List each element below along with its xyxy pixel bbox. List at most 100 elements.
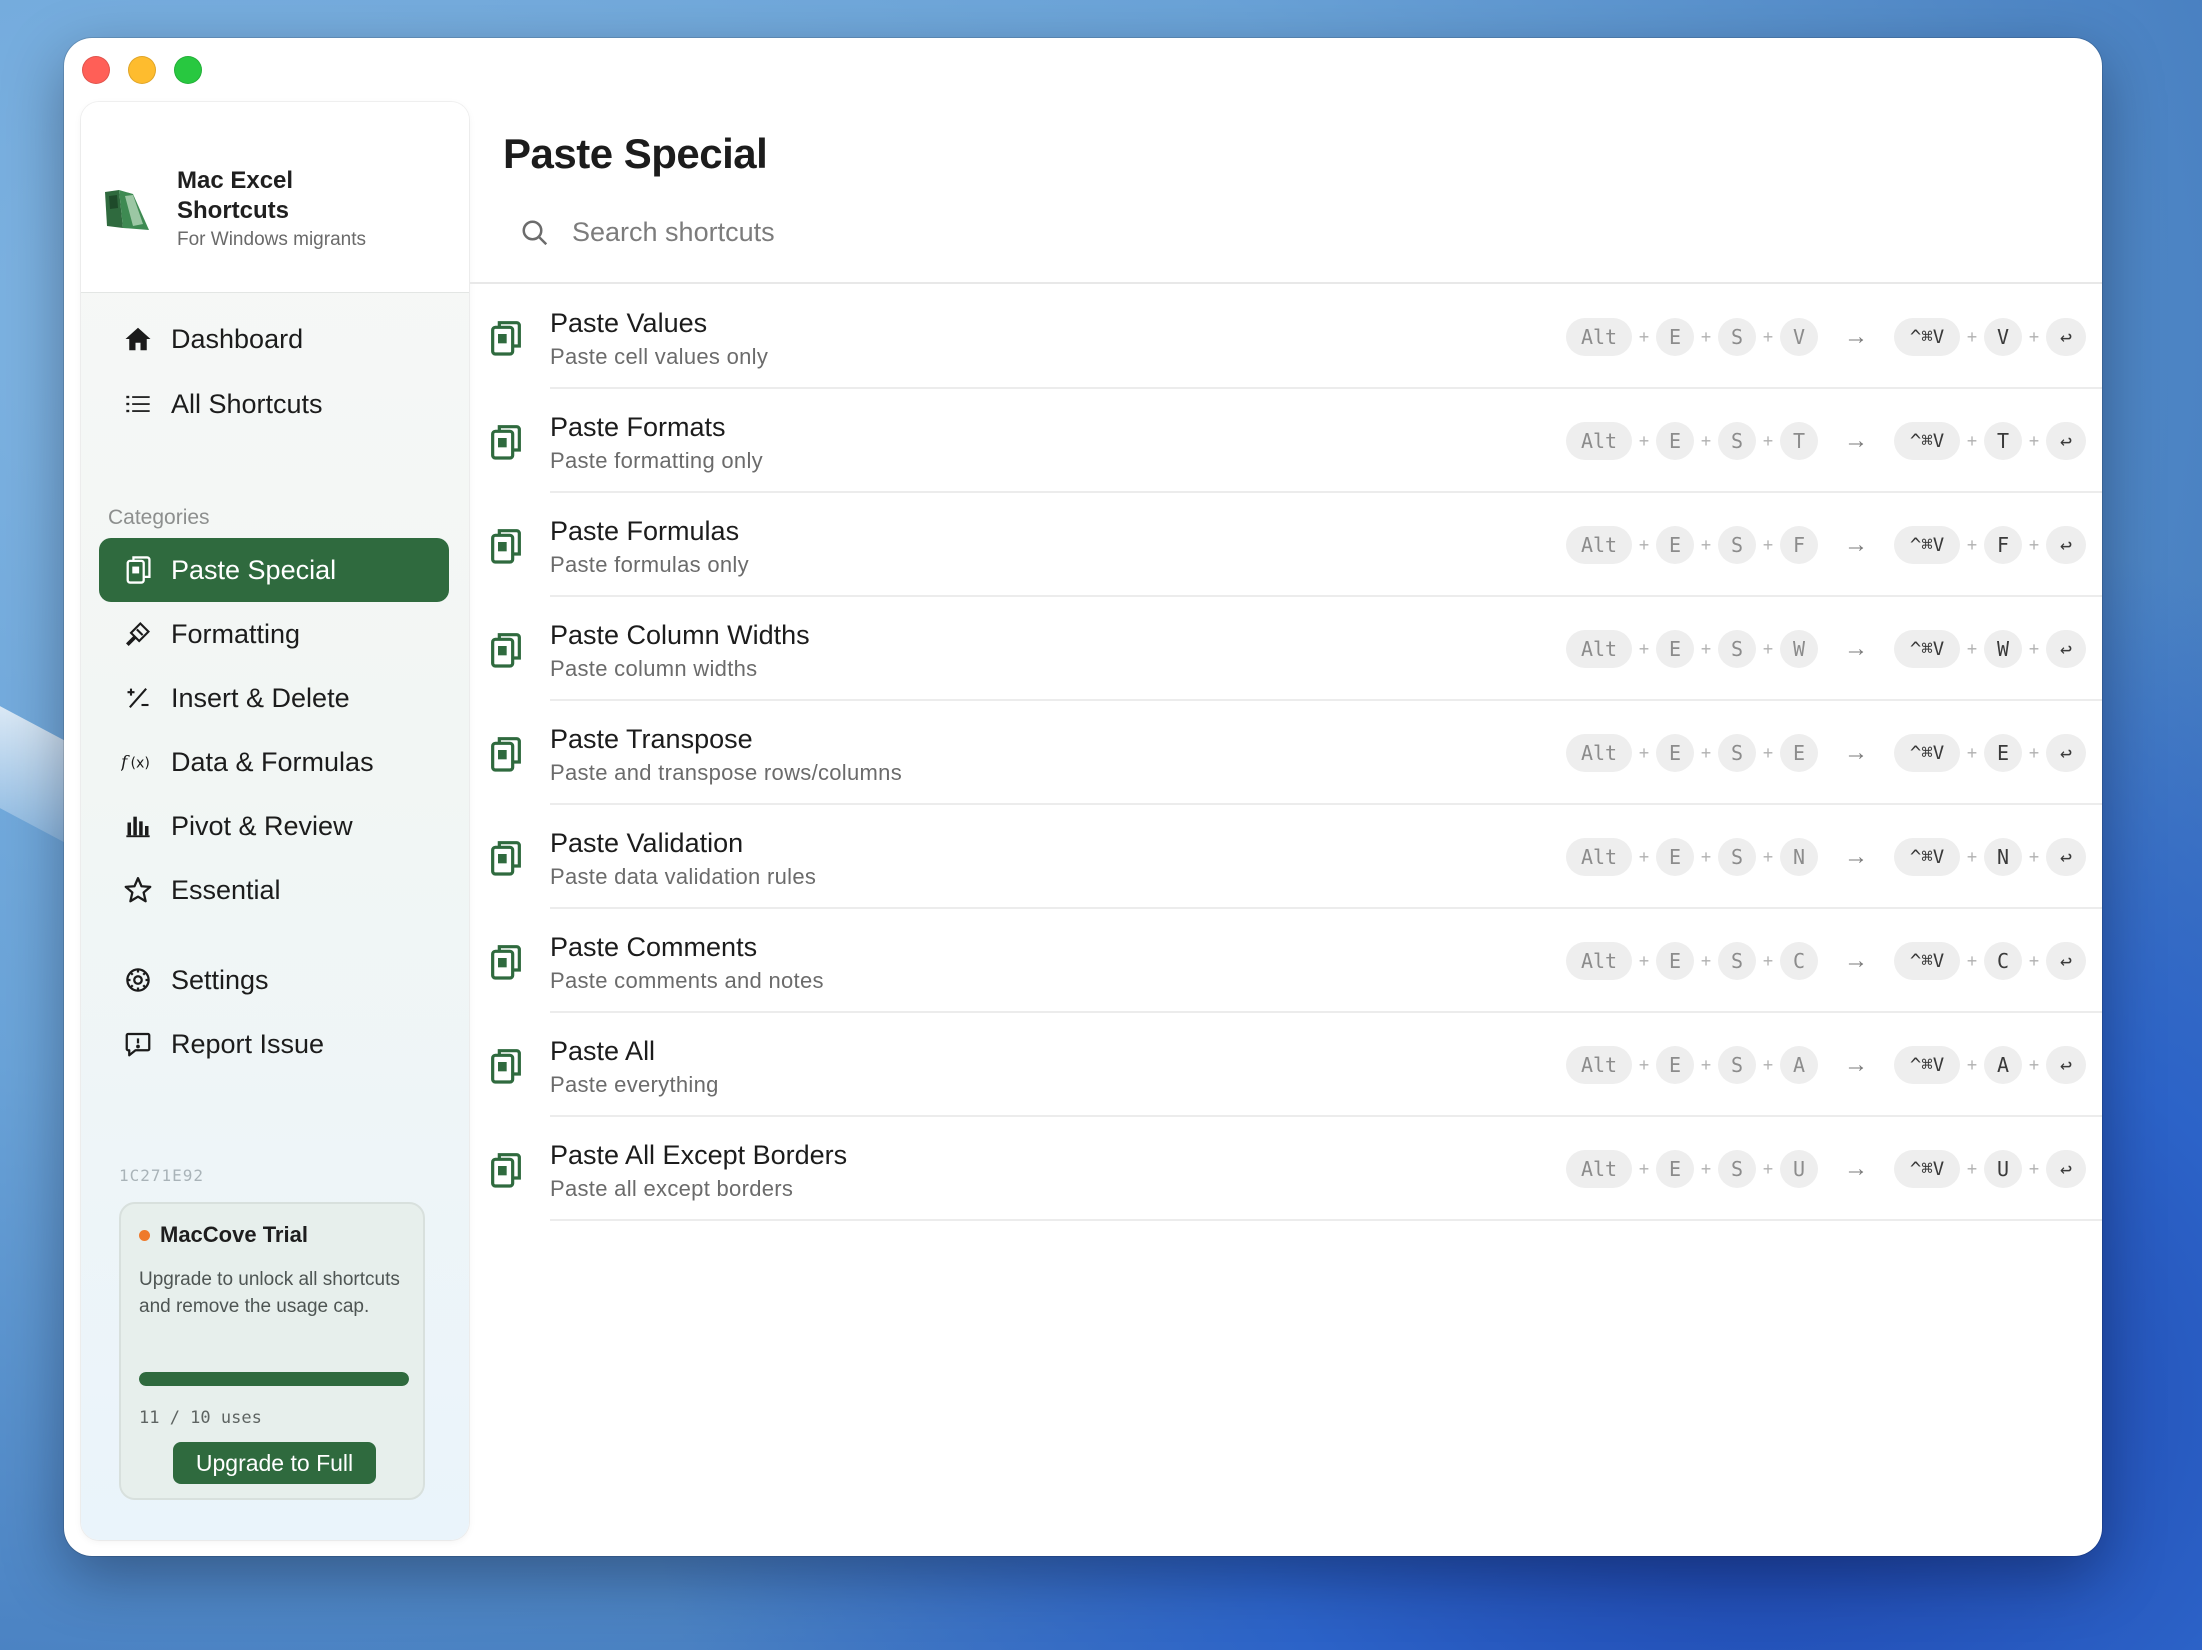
search-bar [520,216,1174,249]
sidebar-item-paste-special[interactable]: Paste Special [99,538,449,602]
close-window-button[interactable] [82,56,110,84]
arrow-right-icon: → [1844,947,1868,974]
app-window: Mac Excel Shortcuts For Windows migrants… [64,38,2102,1556]
sidebar-item-label: Paste Special [171,554,337,585]
windows-key: S [1718,526,1756,564]
plus-separator: + [1966,534,1978,555]
windows-key: Alt [1566,422,1632,460]
usage-count: 11 / 10 uses [139,1408,262,1428]
plus-separator: + [1762,742,1774,763]
trial-card: MacCove Trial Upgrade to unlock all shor… [119,1202,425,1500]
mac-key: ^⌘V [1894,942,1960,980]
minimize-window-button[interactable] [128,56,156,84]
windows-key: Alt [1566,1046,1632,1084]
mac-key: N [1984,838,2022,876]
trial-title-text: MacCove Trial [160,1222,308,1247]
shortcut-row[interactable]: Paste Formulas Paste formulas only Alt + E + S… [470,492,2102,597]
arrow-right-icon: → [1844,843,1868,870]
mac-key: V [1984,318,2022,356]
clipboard-icon [490,526,522,566]
sidebar-item-essential[interactable]: Essential [99,858,449,922]
clipboard-icon [490,734,522,774]
clipboard-icon [121,553,155,587]
shortcut-row[interactable]: Paste Formats Paste formatting only Alt + E +… [470,388,2102,493]
usage-progress-bar [139,1372,409,1386]
windows-key: S [1718,1150,1756,1188]
mac-key: ↩ [2046,838,2086,876]
key-sequence: Alt + E + S + E → ^⌘V + E + ↩ [1566,733,2086,773]
sidebar-item-settings[interactable]: Settings [99,948,449,1012]
windows-key: W [1780,630,1818,668]
shortcut-title: Paste All [550,1036,656,1066]
app-subtitle: For Windows migrants [177,229,366,250]
upgrade-button[interactable]: Upgrade to Full [173,1442,376,1484]
svg-text:f: f [121,753,130,773]
plus-separator: + [1700,326,1712,347]
sidebar-item-pivot-review[interactable]: Pivot & Review [99,794,449,858]
sidebar-item-label: Dashboard [171,323,304,354]
mac-key: ↩ [2046,422,2086,460]
mac-key: ↩ [2046,318,2086,356]
sidebar-item-label: Formatting [171,618,301,649]
trial-title: MacCove Trial [139,1222,308,1248]
sidebar-item-report-issue[interactable]: Report Issue [99,1012,449,1076]
windows-key: E [1656,838,1694,876]
shortcut-title: Paste Validation [550,828,744,858]
gear-icon [121,963,155,997]
shortcut-description: Paste formatting only [550,448,763,473]
sidebar-item-dashboard[interactable]: Dashboard [99,307,449,371]
key-sequence: Alt + E + S + W → ^⌘V + W + ↩ [1566,629,2086,669]
plus-separator: + [1700,950,1712,971]
shortcut-row[interactable]: Paste Transpose Paste and transpose rows/… [470,700,2102,805]
windows-key: E [1656,734,1694,772]
shortcut-description: Paste cell values only [550,344,769,369]
sidebar-item-data-formulas[interactable]: f (x) Data & Formulas [99,730,449,794]
mac-key: ^⌘V [1894,630,1960,668]
shortcut-row[interactable]: Paste All Except Borders Paste all except… [470,1116,2102,1221]
plus-separator: + [2028,430,2040,451]
windows-key: E [1656,422,1694,460]
plus-separator: + [2028,326,2040,347]
categories-heading: Categories [108,506,210,529]
plus-separator: + [1966,950,1978,971]
sidebar-item-insert-delete[interactable]: Insert & Delete [99,666,449,730]
shortcut-description: Paste and transpose rows/columns [550,760,902,785]
clipboard-icon [490,942,522,982]
shortcut-description: Paste formulas only [550,552,749,577]
plus-separator: + [1638,1158,1650,1179]
windows-key: S [1718,942,1756,980]
shortcut-row[interactable]: Paste Column Widths Paste column widths Al… [470,596,2102,701]
plus-separator: + [1762,430,1774,451]
sidebar-item-all-shortcuts[interactable]: All Shortcuts [99,372,449,436]
mac-key: U [1984,1150,2022,1188]
plus-separator: + [1966,638,1978,659]
shortcut-row[interactable]: Paste Validation Paste data validation ru… [470,804,2102,909]
plus-separator: + [1966,430,1978,451]
plus-separator: + [2028,1054,2040,1075]
clipboard-icon [490,1150,522,1190]
shortcut-row[interactable]: Paste All Paste everything Alt + E + S + A → ^⌘V + A… [470,1012,2102,1117]
plus-separator: + [1638,534,1650,555]
shortcut-title: Paste Values [550,308,708,338]
windows-key: S [1718,630,1756,668]
key-sequence: Alt + E + S + C → ^⌘V + C + ↩ [1566,941,2086,981]
mac-key: ^⌘V [1894,1046,1960,1084]
sidebar-item-label: Data & Formulas [171,746,374,777]
windows-key: Alt [1566,526,1632,564]
shortcut-row[interactable]: Paste Values Paste cell values only Alt + E +… [470,284,2102,389]
plus-separator: + [2028,1158,2040,1179]
clipboard-icon [490,318,522,358]
windows-key: Alt [1566,318,1632,356]
plus-separator: + [1966,846,1978,867]
brand-header: Mac Excel Shortcuts For Windows migrants [81,102,469,293]
window-controls [82,56,202,84]
sidebar-item-formatting[interactable]: Formatting [99,602,449,666]
search-input[interactable] [570,216,1174,249]
arrow-right-icon: → [1844,427,1868,454]
key-sequence: Alt + E + S + A → ^⌘V + A + ↩ [1566,1045,2086,1085]
windows-key: Alt [1566,942,1632,980]
shortcut-row[interactable]: Paste Comments Paste comments and notes Al… [470,908,2102,1013]
plus-separator: + [1966,742,1978,763]
mac-key: T [1984,422,2022,460]
zoom-window-button[interactable] [174,56,202,84]
